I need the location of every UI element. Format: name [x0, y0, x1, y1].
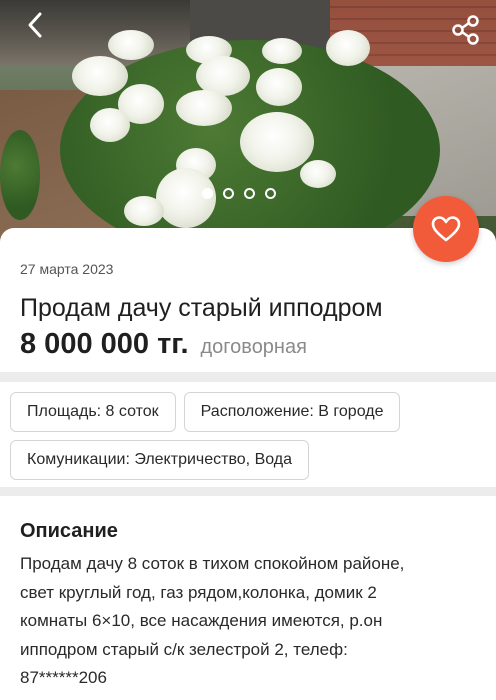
photo-bloom — [90, 108, 130, 142]
photo-bloom — [240, 112, 314, 172]
description-line: ипподром старый с/к зелестрой 2, телеф: — [20, 639, 348, 659]
description-line: 87******206 — [20, 668, 107, 687]
photo-bloom — [300, 160, 336, 188]
gallery-dot[interactable] — [265, 187, 276, 199]
back-button[interactable] — [16, 10, 54, 48]
gallery-pagination — [202, 186, 276, 200]
gallery-dot[interactable] — [244, 187, 255, 199]
listing-price: 8 000 000 тг. — [20, 328, 189, 360]
attribute-tag-utilities: Комуникации: Электричество, Вода — [10, 440, 310, 480]
description-section: Описание Продам дачу 8 соток в тихом спо… — [0, 496, 496, 700]
photo-bloom — [256, 68, 302, 106]
attribute-tag-area: Площадь: 8 соток — [10, 392, 176, 432]
listing-title: Продам дачу старый ипподром — [20, 294, 383, 322]
favorite-button[interactable] — [413, 196, 479, 262]
heart-icon — [431, 216, 461, 242]
photo-bush — [0, 130, 40, 220]
listing-date: 27 марта 2023 — [20, 261, 114, 277]
description-heading: Описание — [20, 520, 118, 542]
share-button[interactable] — [448, 12, 484, 48]
price-row: 8 000 000 тг. договорная — [20, 328, 476, 361]
chevron-left-icon — [28, 12, 42, 38]
photo-bloom — [262, 38, 302, 64]
gallery-dot[interactable] — [223, 187, 234, 199]
listing-attributes: Площадь: 8 соток Расположение: В городе … — [0, 382, 496, 487]
description-text: Продам дачу 8 соток в тихом спокойном ра… — [20, 550, 476, 693]
description-line: свет круглый год, газ рядом,колонка, дом… — [20, 582, 377, 602]
photo-bloom — [176, 90, 232, 126]
description-line: Продам дачу 8 соток в тихом спокойном ра… — [20, 554, 405, 573]
photo-bloom — [108, 30, 154, 60]
price-note: договорная — [200, 336, 307, 358]
share-icon — [452, 15, 479, 45]
attribute-tag-location: Расположение: В городе — [183, 392, 401, 432]
photo-bloom — [326, 30, 370, 66]
description-line: комнаты 6×10, все насаждения имеются, р.… — [20, 611, 383, 630]
photo-bloom — [72, 56, 128, 96]
gallery-dot[interactable] — [202, 187, 213, 199]
photo-bloom — [124, 196, 164, 226]
